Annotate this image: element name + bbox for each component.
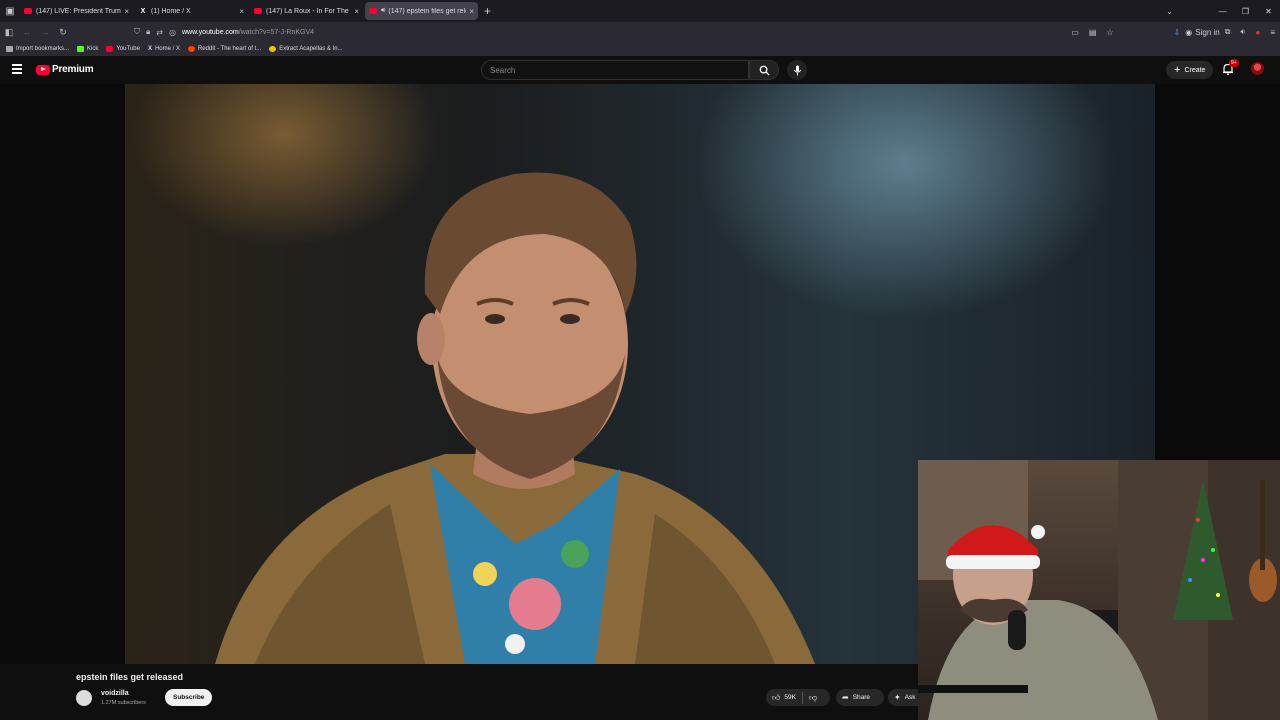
voice-search-button[interactable] [787,60,807,80]
browser-tab-bar: ▣ (147) LIVE: President Trump ma × X (1)… [0,0,1280,22]
notification-badge: 9+ [1229,59,1239,67]
close-tab-icon[interactable]: × [124,7,129,16]
acapella-icon [269,46,277,52]
sign-in-button[interactable]: ◉ Sign in [1185,28,1219,37]
tab-title: (147) epstein files get relea [388,7,467,15]
browser-tab[interactable]: (147) LIVE: President Trump ma × [20,2,133,20]
webcam-scene [918,460,1280,720]
adblock-icon[interactable]: ● [1255,28,1260,37]
import-icon [6,46,13,52]
bookmark-item[interactable]: Kick [77,46,98,52]
youtube-play-icon [36,64,50,75]
restore-icon[interactable]: ❐ [1234,7,1257,16]
reader-view-icon[interactable]: ▤ [1089,28,1097,37]
bookmark-item[interactable]: Extract Acapellas & In... [269,46,343,52]
video-subject-person [215,172,815,664]
search-input[interactable]: Search [481,60,749,80]
webcam-overlay [918,460,1280,720]
like-button[interactable]: 👍︎ 59K [772,693,796,703]
channel-name[interactable]: voidzilla [101,690,129,697]
extensions-icon[interactable]: ⧉ [1225,27,1231,37]
bookmark-item[interactable]: Reddit - The heart of t... [187,46,261,52]
tab-overflow-icon[interactable]: ⌄ [1158,7,1181,16]
tracking-icon[interactable]: ◎ [169,28,176,37]
microphone-icon [793,65,801,75]
tab-title: (147) LIVE: President Trump ma [36,7,121,15]
tab-title: (1) Home / X [151,7,191,15]
browser-tab[interactable]: (147) La Roux - In For The Kill ( × [250,2,363,20]
close-window-icon[interactable]: ✕ [1257,7,1280,16]
logo-text: Premium [52,64,94,75]
back-icon[interactable]: ← [18,27,36,37]
search-icon [759,65,770,76]
search-button[interactable] [749,60,779,80]
subscriber-count: 1.27M subscribers [101,700,146,706]
minimize-icon[interactable]: — [1211,7,1234,16]
shield-icon[interactable]: ⛉ [134,27,140,37]
new-tab-icon[interactable]: + [484,4,491,18]
like-dislike-group: 👍︎ 59K 👎︎ [766,689,830,706]
hamburger-menu-icon[interactable] [12,64,22,74]
divider [801,691,803,704]
browser-tab-active[interactable]: 🔊︎ (147) epstein files get relea × [365,2,478,20]
sign-in-label: Sign in [1195,27,1220,37]
x-icon: X [147,46,152,52]
subscribe-button[interactable]: Subscribe [165,689,213,706]
bookmarks-bar: Import bookmarks... Kick YouTube X Home /… [0,42,1280,56]
channel-avatar[interactable] [76,690,92,706]
share-button[interactable]: ➦ Share [836,689,884,706]
window-controls: ⌄ — ❐ ✕ [1158,0,1280,22]
kick-icon [77,46,85,52]
x-icon: X [140,7,146,15]
close-tab-icon[interactable]: × [469,7,474,16]
youtube-premium-logo[interactable]: Premium [36,64,94,75]
download-icon[interactable]: ⇩ [1174,28,1181,37]
thumbs-down-icon[interactable]: 👎︎ [809,693,817,703]
reload-icon[interactable]: ↻ [54,27,72,38]
toolbar-right: ▭ ▤ ☆ ⇩ ◉ Sign in ⧉ 🔉︎ ● ≡ [1066,22,1280,42]
url-host: www.youtube.com [181,28,239,36]
youtube-icon [106,46,114,52]
bookmark-item[interactable]: Import bookmarks... [6,46,69,52]
tab-list-icon[interactable]: ▣ [0,0,20,22]
youtube-icon [369,8,377,14]
sparkle-icon: ✦ [894,693,901,702]
share-label: Share [852,694,871,701]
sidebar-icon[interactable]: ◧ [0,27,18,38]
browser-nav-bar: ◧ ← → ↻ ⛉ 🔒︎ ⇄ ◎ www.youtube.com/watch?v… [0,22,1280,42]
bookmark-item[interactable]: X Home / X [148,46,180,52]
ask-label: Ask [904,694,916,701]
volume-icon[interactable]: 🔉︎ [1240,27,1245,37]
youtube-icon [24,8,32,14]
speaker-icon[interactable]: 🔊︎ [381,7,385,15]
browser-tab[interactable]: X (1) Home / X × [135,2,248,20]
thumbs-up-icon: 👍︎ [772,692,781,702]
bookmark-star-icon[interactable]: ☆ [1106,28,1113,37]
bookmark-item[interactable]: YouTube [106,46,140,52]
user-avatar[interactable] [1251,62,1264,75]
tab-title: (147) La Roux - In For The Kill ( [266,7,351,15]
url-bar[interactable]: ⛉ 🔒︎ ⇄ ◎ www.youtube.com/watch?v=57-J-Rn… [134,24,1084,40]
like-count: 59K [784,694,796,701]
plus-icon: + [1174,64,1181,76]
forward-icon[interactable]: → [36,27,54,37]
url-path: /watch?v=57-J-RnKGV4 [238,28,315,36]
create-label: Create [1184,66,1206,74]
permissions-icon[interactable]: ⇄ [156,28,163,37]
lock-icon[interactable]: 🔒︎ [146,27,150,37]
youtube-header: Premium Search + Create 9+ [0,56,1280,84]
picture-in-picture-icon[interactable]: ▭ [1071,28,1079,37]
create-button[interactable]: + Create [1166,61,1214,79]
close-tab-icon[interactable]: × [239,7,244,16]
youtube-icon [254,8,262,14]
share-icon: ➦ [842,693,849,702]
menu-icon[interactable]: ≡ [1270,28,1275,37]
reddit-icon [187,46,195,52]
account-icon: ◉ [1185,27,1193,37]
close-tab-icon[interactable]: × [354,7,359,16]
video-title: epstein files get released [76,672,184,682]
